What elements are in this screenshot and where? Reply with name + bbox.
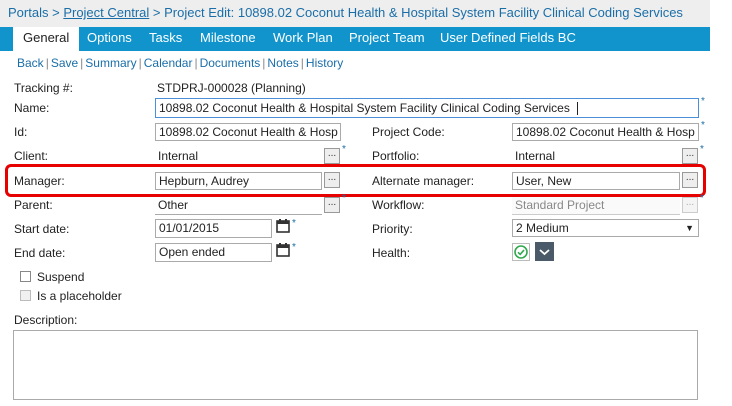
breadcrumb-project-central[interactable]: Project Central [63, 5, 149, 20]
breadcrumb-current: Project Edit: 10898.02 Coconut Health & … [164, 5, 683, 20]
project-code-label: Project Code: [372, 125, 445, 139]
calendar-icon[interactable] [276, 219, 290, 233]
breadcrumb-separator: > [52, 5, 60, 20]
parent-picker-button[interactable]: ... [324, 197, 340, 213]
notes-link[interactable]: Notes [267, 56, 298, 70]
end-date-label: End date: [14, 246, 66, 260]
history-link[interactable]: History [306, 56, 343, 70]
tab-work-plan[interactable]: Work Plan [263, 27, 343, 51]
workflow-picker-button: ... [682, 197, 698, 213]
breadcrumb: Portals > Project Central > Project Edit… [8, 5, 683, 20]
start-date-label: Start date: [14, 222, 70, 236]
separator: | [138, 56, 142, 70]
workflow-field: Standard Project [512, 197, 680, 215]
tracking-label: Tracking #: [14, 81, 73, 95]
suspend-label: Suspend [37, 270, 85, 284]
id-field[interactable]: 10898.02 Coconut Health & Hosp [155, 123, 341, 141]
tab-general[interactable]: General [13, 27, 80, 51]
breadcrumb-separator: > [152, 5, 161, 20]
tab-bar: General Options Tasks Milestone Work Pla… [0, 27, 710, 51]
tab-tasks[interactable]: Tasks [139, 27, 192, 51]
description-label: Description: [14, 313, 78, 327]
tab-options[interactable]: Options [77, 27, 142, 51]
portfolio-picker-button[interactable]: ... [682, 148, 698, 164]
parent-label: Parent: [14, 198, 53, 212]
required-mark: * [292, 218, 296, 229]
tracking-value: STDPRJ-000028 (Planning) [157, 81, 306, 95]
required-mark: * [292, 242, 296, 253]
required-mark: * [342, 193, 346, 204]
tab-project-team[interactable]: Project Team [339, 27, 435, 51]
priority-select[interactable]: 2 Medium ▼ [512, 219, 699, 237]
health-label: Health: [372, 246, 411, 260]
required-mark: * [701, 120, 705, 131]
project-code-field[interactable]: 10898.02 Coconut Health & Hosp [512, 123, 699, 141]
required-mark: * [700, 193, 704, 204]
calendar-icon[interactable] [276, 243, 290, 257]
required-mark: * [700, 144, 704, 155]
tab-user-defined-fields[interactable]: User Defined Fields BC [430, 27, 586, 51]
documents-link[interactable]: Documents [200, 56, 261, 70]
parent-field[interactable]: Other [155, 197, 322, 215]
text-caret [577, 102, 578, 115]
name-field[interactable]: 10898.02 Coconut Health & Hospital Syste… [155, 98, 699, 118]
back-link[interactable]: Back [17, 56, 44, 70]
suspend-checkbox[interactable] [20, 271, 31, 282]
calendar-link[interactable]: Calendar [144, 56, 193, 70]
chevron-down-icon [539, 249, 550, 256]
separator: | [194, 56, 198, 70]
separator: | [45, 56, 49, 70]
priority-label: Priority: [372, 222, 413, 236]
check-circle-icon [514, 245, 528, 259]
health-dropdown-button[interactable] [535, 242, 554, 261]
summary-link[interactable]: Summary [85, 56, 136, 70]
required-mark: * [342, 144, 346, 155]
workflow-label: Workflow: [372, 198, 425, 212]
tab-milestone[interactable]: Milestone [190, 27, 266, 51]
required-mark: * [701, 96, 705, 107]
breadcrumb-portals[interactable]: Portals [8, 5, 48, 20]
health-status[interactable] [512, 243, 530, 261]
save-link[interactable]: Save [51, 56, 78, 70]
dropdown-arrow-icon: ▼ [685, 223, 694, 233]
highlight-box [5, 164, 706, 197]
portfolio-label: Portfolio: [372, 149, 420, 163]
start-date-field[interactable]: 01/01/2015 [155, 219, 272, 238]
action-links: Back | Save | Summary | Calendar | Documents | Not… [17, 56, 343, 70]
id-label: Id: [14, 125, 28, 139]
description-textarea[interactable] [13, 330, 698, 400]
end-date-field[interactable]: Open ended [155, 243, 272, 262]
placeholder-checkbox[interactable] [20, 290, 31, 301]
client-picker-button[interactable]: ... [324, 148, 340, 164]
priority-selected-value: 2 Medium [516, 221, 569, 235]
breadcrumb-bar: Portals > Project Central > Project Edit… [0, 0, 710, 27]
client-label: Client: [14, 149, 49, 163]
separator: | [300, 56, 304, 70]
name-label: Name: [14, 101, 50, 115]
placeholder-label: Is a placeholder [37, 289, 122, 303]
